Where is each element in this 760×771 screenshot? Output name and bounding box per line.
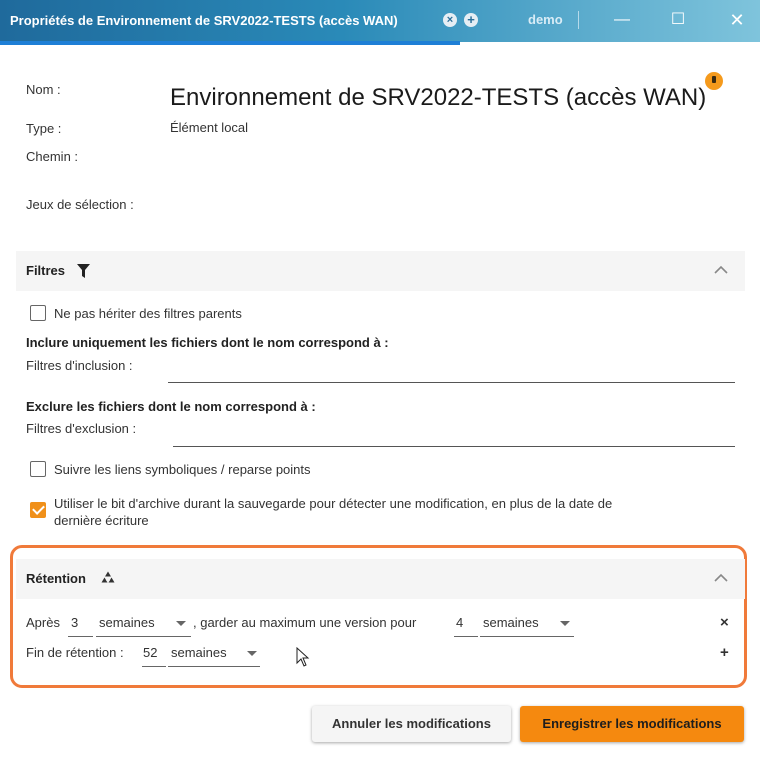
include-label: Filtres d'inclusion : (26, 358, 133, 373)
no-inherit-checkbox[interactable] (30, 305, 46, 321)
chemin-label: Chemin : (26, 149, 79, 164)
mouse-cursor-icon (296, 647, 310, 667)
exclude-heading: Exclure les fichiers dont le nom corresp… (26, 399, 316, 414)
chevron-down-icon[interactable] (247, 651, 257, 656)
end-unit-select[interactable]: semaines (171, 645, 227, 660)
filter-icon (77, 264, 90, 278)
titlebar-separator (578, 11, 579, 29)
after-label: Après (26, 615, 60, 630)
symlinks-checkbox[interactable] (30, 461, 46, 477)
archive-bit-checkbox[interactable] (30, 502, 46, 518)
item-name: Environnement de SRV2022-TESTS (accès WA… (170, 84, 707, 111)
user-name[interactable]: demo (528, 12, 563, 27)
end-weeks-underline (142, 666, 166, 667)
type-label: Type : (26, 121, 62, 136)
remove-retention-button[interactable]: × (720, 614, 729, 631)
nom-label: Nom : (26, 82, 61, 97)
exclude-label: Filtres d'exclusion : (26, 421, 137, 436)
end-retention-label: Fin de rétention : (26, 645, 124, 660)
active-tab-indicator (0, 41, 460, 45)
after-weeks-input[interactable]: 3 (71, 615, 78, 630)
archive-bit-label-line1: Utiliser le bit d'archive durant la sauv… (54, 496, 613, 511)
chevron-down-icon[interactable] (176, 621, 186, 626)
window-titlebar[interactable]: Propriétés de Environnement de SRV2022-T… (0, 0, 760, 42)
keep-weeks-underline (454, 636, 478, 637)
chevron-down-icon[interactable] (560, 621, 570, 626)
keep-unit-select[interactable]: semaines (483, 615, 539, 630)
exclude-filters-input[interactable] (173, 446, 735, 447)
type-value: Élément local (170, 120, 249, 135)
close-window-button[interactable]: ✕ (722, 6, 752, 34)
maximize-button[interactable]: ☐ (663, 6, 693, 34)
chevron-up-icon[interactable] (713, 262, 729, 278)
keep-weeks-input[interactable]: 4 (456, 615, 463, 630)
minimize-button[interactable]: — (607, 6, 637, 34)
end-weeks-input[interactable]: 52 (143, 645, 157, 660)
retention-section-header[interactable]: Rétention (16, 559, 745, 599)
no-inherit-label: Ne pas hériter des filtres parents (54, 306, 242, 321)
include-heading: Inclure uniquement les fichiers dont le … (26, 335, 389, 350)
cancel-button[interactable]: Annuler les modifications (312, 706, 511, 742)
symlinks-label: Suivre les liens symboliques / reparse p… (54, 462, 311, 477)
filtres-section-header[interactable]: Filtres (16, 251, 745, 291)
after-weeks-underline (68, 636, 93, 637)
pin-icon[interactable] (701, 72, 725, 90)
tab-close-icon[interactable]: × (443, 13, 457, 27)
jeux-label: Jeux de sélection : (26, 197, 134, 212)
include-filters-input[interactable] (168, 382, 735, 383)
archive-bit-label-line2: dernière écriture (54, 513, 149, 528)
window-title: Propriétés de Environnement de SRV2022-T… (10, 13, 398, 28)
chevron-up-icon[interactable] (713, 570, 729, 586)
keep-unit-underline (480, 636, 574, 637)
recycle-icon (101, 571, 115, 583)
add-retention-button[interactable]: + (720, 644, 729, 661)
end-unit-underline (168, 666, 260, 667)
after-unit-underline (96, 636, 191, 637)
save-button[interactable]: Enregistrer les modifications (520, 706, 744, 742)
retention-title: Rétention (26, 571, 86, 586)
filtres-title: Filtres (26, 263, 66, 278)
after-unit-select[interactable]: semaines (99, 615, 155, 630)
tab-add-icon[interactable]: + (464, 13, 478, 27)
keep-label: , garder au maximum une version pour (193, 615, 417, 630)
